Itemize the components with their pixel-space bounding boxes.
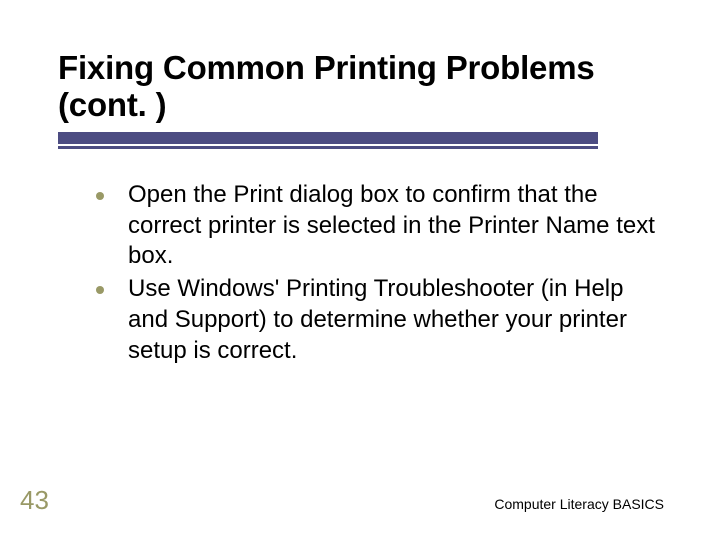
title-underline-thick (58, 132, 598, 144)
bullet-icon (96, 192, 104, 200)
bullet-icon (96, 286, 104, 294)
content-area: Open the Print dialog box to confirm tha… (96, 180, 666, 368)
list-item: Use Windows' Printing Troubleshooter (in… (96, 274, 666, 366)
bullet-text: Open the Print dialog box to confirm tha… (128, 180, 666, 272)
slide-number: 43 (20, 485, 49, 516)
title-underline-thin (58, 146, 598, 149)
slide-title: Fixing Common Printing Problems (cont. ) (58, 50, 654, 124)
footer-text: Computer Literacy BASICS (494, 496, 664, 512)
title-block: Fixing Common Printing Problems (cont. ) (58, 50, 654, 149)
slide: Fixing Common Printing Problems (cont. )… (0, 0, 720, 540)
bullet-text: Use Windows' Printing Troubleshooter (in… (128, 274, 666, 366)
list-item: Open the Print dialog box to confirm tha… (96, 180, 666, 272)
